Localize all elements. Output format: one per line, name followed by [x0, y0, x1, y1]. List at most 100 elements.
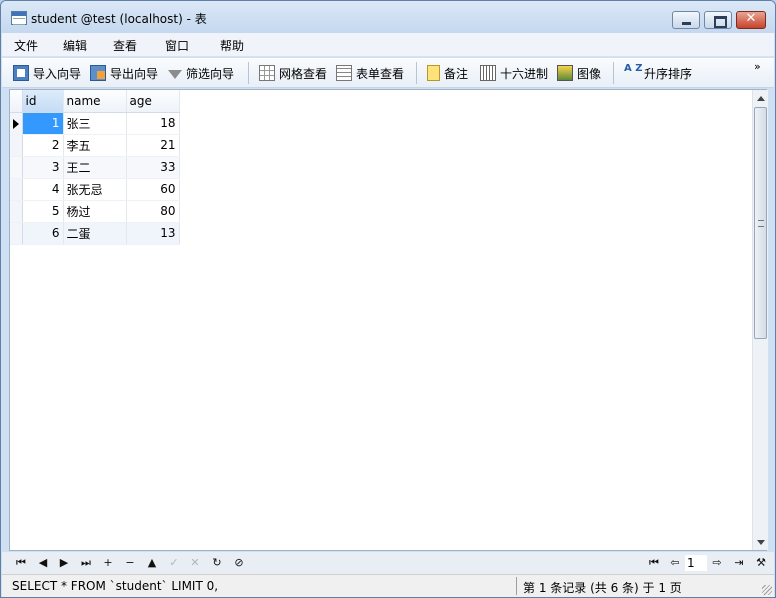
- menu-window[interactable]: 窗口: [165, 37, 189, 54]
- filter-wizard-button[interactable]: 筛选向导: [168, 64, 234, 82]
- status-bar: SELECT * FROM `student` LIMIT 0, 第 1 条记录…: [2, 574, 774, 597]
- row-indicator[interactable]: [10, 156, 23, 179]
- row-indicator[interactable]: [10, 222, 23, 245]
- row-indicator[interactable]: [10, 112, 23, 135]
- import-wizard-label: 导入向导: [33, 66, 82, 81]
- main-window: student @test (localhost) - 表 ✕ 文件 编辑 查看…: [0, 0, 776, 598]
- cell-id[interactable]: 3: [22, 156, 64, 179]
- form-view-button[interactable]: 表单查看: [336, 64, 404, 82]
- add-record-icon[interactable]: +: [100, 555, 116, 571]
- prev-record-icon[interactable]: ◀: [35, 555, 51, 571]
- hex-button[interactable]: 十六进制: [480, 64, 548, 82]
- cell-name[interactable]: 张三: [63, 112, 127, 135]
- menu-bar: 文件 编辑 查看 窗口 帮助: [2, 33, 774, 57]
- last-page-icon[interactable]: ⇥: [731, 555, 747, 571]
- menu-file[interactable]: 文件: [14, 37, 38, 54]
- apply-changes-icon[interactable]: ✓: [166, 555, 182, 571]
- data-grid: id name age 1 张三 18 2 李五 21 3 王二 33 4 张无…: [10, 90, 180, 245]
- hex-label: 十六进制: [500, 66, 549, 81]
- header-corner: [10, 90, 23, 113]
- table-row[interactable]: 3 王二 33: [10, 156, 180, 179]
- grid-view-button[interactable]: 网格查看: [259, 64, 327, 82]
- row-indicator[interactable]: [10, 178, 23, 201]
- toolbar: 导入向导 导出向导 筛选向导 网格查看 表单查看 备注 十六进制 图像 A Z …: [2, 58, 774, 88]
- table-row[interactable]: 2 李五 21: [10, 134, 180, 157]
- menu-help[interactable]: 帮助: [220, 37, 244, 54]
- table-row[interactable]: 6 二蛋 13: [10, 222, 180, 245]
- cell-id[interactable]: 5: [22, 200, 64, 223]
- toolbar-separator: [613, 62, 614, 84]
- first-record-icon[interactable]: ⏮: [13, 555, 29, 571]
- filter-icon: [168, 69, 182, 79]
- hex-icon: [480, 65, 496, 81]
- prev-page-icon[interactable]: ⇦: [667, 555, 683, 571]
- cell-name[interactable]: 王二: [63, 156, 127, 179]
- cell-age[interactable]: 33: [126, 156, 180, 179]
- export-wizard-button[interactable]: 导出向导: [90, 64, 158, 82]
- cell-name[interactable]: 李五: [63, 134, 127, 157]
- cell-age[interactable]: 80: [126, 200, 180, 223]
- cell-age[interactable]: 18: [126, 112, 180, 135]
- grid-header-row: id name age: [10, 90, 180, 113]
- title-bar[interactable]: student @test (localhost) - 表 ✕: [1, 1, 775, 33]
- cell-id[interactable]: 1: [22, 112, 64, 135]
- toolbar-separator: [416, 62, 417, 84]
- image-button[interactable]: 图像: [557, 64, 601, 82]
- data-grid-area: id name age 1 张三 18 2 李五 21 3 王二 33 4 张无…: [9, 89, 768, 551]
- column-header-name[interactable]: name: [63, 90, 127, 113]
- next-page-icon[interactable]: ⇨: [709, 555, 725, 571]
- table-row[interactable]: 1 张三 18: [10, 112, 180, 135]
- form-view-label: 表单查看: [356, 66, 405, 81]
- export-icon: [90, 65, 106, 81]
- scroll-up-icon[interactable]: [757, 96, 765, 101]
- table-row[interactable]: 5 杨过 80: [10, 200, 180, 223]
- note-icon: [427, 65, 440, 81]
- maximize-button[interactable]: [704, 11, 732, 29]
- sort-ascending-label: 升序排序: [644, 66, 693, 81]
- next-record-icon[interactable]: ▶: [56, 555, 72, 571]
- resize-grip-icon[interactable]: [762, 585, 772, 595]
- cell-age[interactable]: 21: [126, 134, 180, 157]
- row-indicator[interactable]: [10, 200, 23, 223]
- window-title: student @test (localhost) - 表: [31, 12, 207, 26]
- tools-icon[interactable]: ⚒: [753, 555, 769, 571]
- cell-name[interactable]: 杨过: [63, 200, 127, 223]
- last-record-icon[interactable]: ⏭: [78, 555, 94, 571]
- import-icon: [13, 65, 29, 81]
- column-header-id[interactable]: id: [22, 90, 64, 113]
- minimize-button[interactable]: [672, 11, 700, 29]
- menu-view[interactable]: 查看: [113, 37, 137, 54]
- scroll-thumb[interactable]: [754, 107, 767, 339]
- row-indicator[interactable]: [10, 134, 23, 157]
- scroll-down-icon[interactable]: [757, 540, 765, 545]
- first-page-icon[interactable]: ⏮: [646, 555, 662, 571]
- menu-edit[interactable]: 编辑: [63, 37, 87, 54]
- cell-age[interactable]: 60: [126, 178, 180, 201]
- memo-label: 备注: [444, 66, 469, 81]
- current-row-arrow-icon: [13, 118, 19, 129]
- cell-name[interactable]: 张无忌: [63, 178, 127, 201]
- image-label: 图像: [577, 66, 602, 81]
- close-button[interactable]: ✕: [736, 11, 766, 29]
- memo-button[interactable]: 备注: [427, 64, 468, 82]
- filter-wizard-label: 筛选向导: [186, 66, 235, 81]
- vertical-scrollbar[interactable]: [752, 90, 768, 550]
- column-header-age[interactable]: age: [126, 90, 180, 113]
- cell-name[interactable]: 二蛋: [63, 222, 127, 245]
- edit-up-icon[interactable]: ▲: [144, 555, 160, 571]
- cell-id[interactable]: 6: [22, 222, 64, 245]
- close-icon: ✕: [745, 11, 757, 26]
- table-row[interactable]: 4 张无忌 60: [10, 178, 180, 201]
- stop-icon[interactable]: ⊘: [231, 555, 247, 571]
- delete-record-icon[interactable]: −: [122, 555, 138, 571]
- sort-ascending-button[interactable]: A Z 升序排序: [624, 64, 692, 82]
- grid-view-label: 网格查看: [279, 66, 328, 81]
- import-wizard-button[interactable]: 导入向导: [13, 64, 81, 82]
- page-number-input[interactable]: 1: [685, 555, 707, 571]
- refresh-icon[interactable]: ↻: [209, 555, 225, 571]
- cell-age[interactable]: 13: [126, 222, 180, 245]
- toolbar-overflow-icon[interactable]: »: [754, 60, 761, 73]
- cell-id[interactable]: 2: [22, 134, 64, 157]
- cell-id[interactable]: 4: [22, 178, 64, 201]
- discard-changes-icon[interactable]: ✕: [187, 555, 203, 571]
